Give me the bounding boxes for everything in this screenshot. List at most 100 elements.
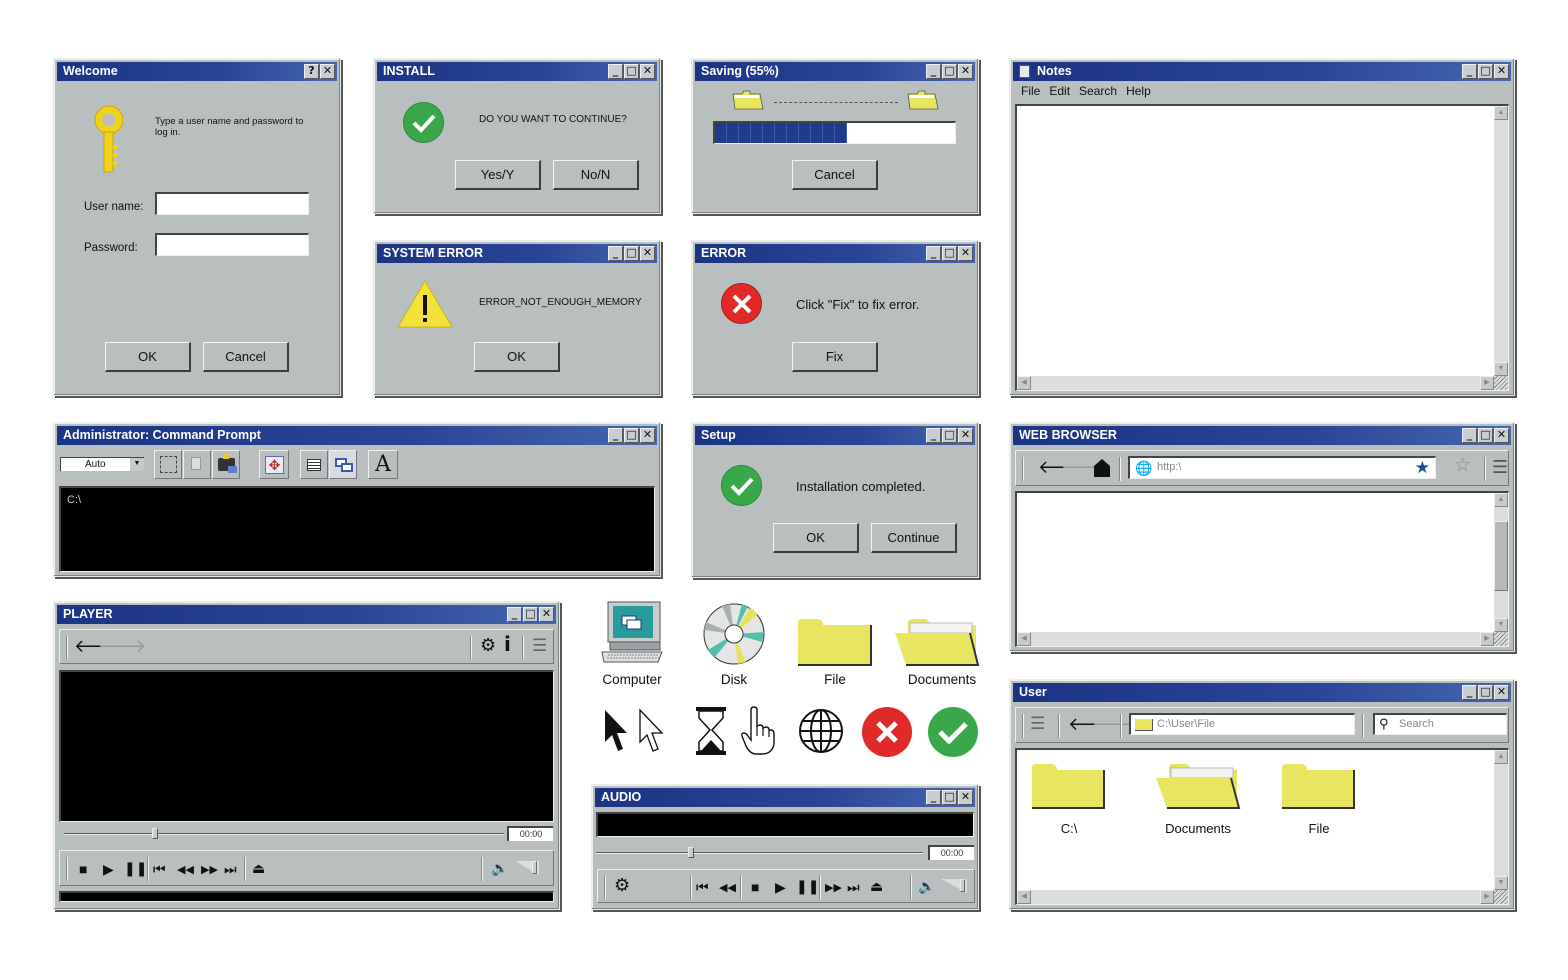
close-button[interactable]: ✕: [958, 64, 973, 79]
title-bar[interactable]: Welcome ? ✕: [57, 62, 337, 81]
resize-grip[interactable]: [1494, 890, 1508, 904]
minimize-button[interactable]: _: [608, 246, 623, 261]
browser-viewport[interactable]: ▲ ▼ ◀ ▶: [1015, 491, 1509, 647]
file-item[interactable]: File: [1281, 762, 1357, 836]
home-icon[interactable]: [1093, 458, 1111, 478]
pause-icon[interactable]: ❚❚: [124, 861, 147, 875]
gear-icon[interactable]: ⚙: [614, 876, 630, 894]
close-button[interactable]: ✕: [320, 64, 335, 79]
info-icon[interactable]: i: [504, 634, 511, 654]
title-bar[interactable]: INSTALL _ □ ✕: [377, 62, 657, 81]
volume-icon[interactable]: 🔈: [491, 861, 508, 875]
scroll-down-button[interactable]: ▼: [1494, 876, 1508, 890]
path-bar[interactable]: C:\User\File: [1129, 713, 1355, 735]
scroll-right-button[interactable]: ▶: [1480, 890, 1494, 904]
font-size-select[interactable]: Auto ▼: [60, 457, 144, 471]
forward-arrow-icon[interactable]: 🡒: [98, 637, 146, 655]
search-input[interactable]: ⚲ Search: [1373, 713, 1507, 735]
minimize-button[interactable]: _: [926, 246, 941, 261]
play-icon[interactable]: ▶: [775, 880, 786, 894]
fast-forward-icon[interactable]: ▶▶: [825, 881, 842, 895]
skip-next-icon[interactable]: ⏭: [224, 862, 237, 876]
folder-icon[interactable]: [797, 617, 873, 667]
file-item[interactable]: C:\: [1031, 762, 1107, 836]
title-bar[interactable]: WEB BROWSER _ □ ✕: [1013, 426, 1511, 445]
vertical-scrollbar[interactable]: ▲ ▼: [1494, 106, 1508, 376]
menu-hamburger-icon[interactable]: ☰: [1030, 715, 1045, 732]
ok-button[interactable]: OK: [474, 342, 560, 372]
continue-button[interactable]: Continue: [871, 523, 957, 553]
title-bar[interactable]: User _ □ ✕: [1013, 683, 1511, 702]
scroll-up-button[interactable]: ▲: [1494, 106, 1508, 120]
cancel-button[interactable]: Cancel: [792, 160, 878, 190]
ok-button[interactable]: OK: [105, 342, 191, 372]
rewind-icon[interactable]: ◀◀: [177, 863, 194, 877]
eject-icon[interactable]: ⏏: [870, 879, 883, 893]
minimize-button[interactable]: _: [926, 428, 941, 443]
scroll-right-button[interactable]: ▶: [1480, 632, 1494, 646]
minimize-button[interactable]: _: [608, 64, 623, 79]
pause-icon[interactable]: ❚❚: [796, 879, 819, 893]
rewind-icon[interactable]: ◀◀: [719, 881, 736, 895]
eject-icon[interactable]: ⏏: [252, 861, 265, 875]
menu-edit[interactable]: Edit: [1049, 84, 1070, 98]
stop-icon[interactable]: ■: [751, 880, 759, 894]
minimize-button[interactable]: _: [507, 607, 522, 622]
close-button[interactable]: ✕: [958, 790, 973, 805]
fix-button[interactable]: Fix: [792, 342, 878, 372]
maximize-button[interactable]: □: [942, 246, 957, 261]
password-input[interactable]: [155, 233, 309, 256]
title-bar[interactable]: AUDIO _ □ ✕: [595, 788, 975, 807]
maximize-button[interactable]: □: [942, 790, 957, 805]
minimize-button[interactable]: _: [1462, 64, 1477, 79]
paste-button[interactable]: [212, 450, 240, 479]
menu-search[interactable]: Search: [1079, 84, 1117, 98]
console-output[interactable]: C:\: [59, 486, 655, 572]
menu-hamburger-icon[interactable]: ☰: [1492, 458, 1508, 476]
scroll-down-button[interactable]: ▼: [1494, 618, 1508, 632]
stop-icon[interactable]: ■: [79, 862, 87, 876]
close-button[interactable]: ✕: [958, 246, 973, 261]
disk-icon[interactable]: [702, 602, 766, 666]
close-button[interactable]: ✕: [958, 428, 973, 443]
maximize-button[interactable]: □: [1478, 428, 1493, 443]
copy-button[interactable]: [183, 450, 211, 479]
vertical-scrollbar[interactable]: ▲ ▼: [1494, 493, 1508, 632]
vertical-scrollbar[interactable]: ▲ ▼: [1494, 750, 1508, 890]
open-folder-icon[interactable]: [894, 617, 980, 667]
gear-icon[interactable]: ⚙: [480, 636, 496, 654]
maximize-button[interactable]: □: [523, 607, 538, 622]
title-bar[interactable]: PLAYER _ □ ✕: [57, 605, 556, 624]
scroll-left-button[interactable]: ◀: [1017, 632, 1031, 646]
volume-thumb[interactable]: [532, 861, 537, 874]
title-bar[interactable]: Administrator: Command Prompt _ □ ✕: [57, 426, 657, 445]
maximize-button[interactable]: □: [942, 64, 957, 79]
seek-track[interactable]: [596, 847, 923, 858]
scroll-thumb[interactable]: [1494, 521, 1508, 591]
title-bar[interactable]: Setup _ □ ✕: [695, 426, 975, 445]
notes-text-area[interactable]: ▲ ▼ ◀ ▶: [1015, 104, 1509, 391]
horizontal-scrollbar[interactable]: ◀ ▶: [1017, 890, 1494, 904]
horizontal-scrollbar[interactable]: ◀ ▶: [1017, 376, 1494, 390]
title-bar[interactable]: Saving (55%) _ □ ✕: [695, 62, 975, 81]
skip-previous-icon[interactable]: ⏮: [696, 880, 709, 894]
horizontal-scrollbar[interactable]: ◀ ▶: [1017, 632, 1494, 646]
volume-icon[interactable]: 🔈: [918, 879, 935, 893]
scroll-up-button[interactable]: ▲: [1494, 493, 1508, 507]
close-button[interactable]: ✕: [640, 246, 655, 261]
scroll-left-button[interactable]: ◀: [1017, 890, 1031, 904]
address-bar[interactable]: 🌐 http:\ ★: [1128, 456, 1436, 479]
bookmark-star-filled-icon[interactable]: ★: [1415, 458, 1430, 478]
seek-thumb[interactable]: [687, 847, 694, 858]
menu-help[interactable]: Help: [1126, 84, 1151, 98]
minimize-button[interactable]: _: [926, 64, 941, 79]
menu-hamburger-icon[interactable]: ☰: [532, 637, 547, 654]
close-button[interactable]: ✕: [1494, 428, 1509, 443]
scroll-right-button[interactable]: ▶: [1480, 376, 1494, 390]
close-button[interactable]: ✕: [539, 607, 554, 622]
minimize-button[interactable]: _: [926, 790, 941, 805]
scroll-left-button[interactable]: ◀: [1017, 376, 1031, 390]
maximize-button[interactable]: □: [1478, 64, 1493, 79]
cancel-button[interactable]: Cancel: [203, 342, 289, 372]
yes-button[interactable]: Yes/Y: [455, 160, 541, 190]
